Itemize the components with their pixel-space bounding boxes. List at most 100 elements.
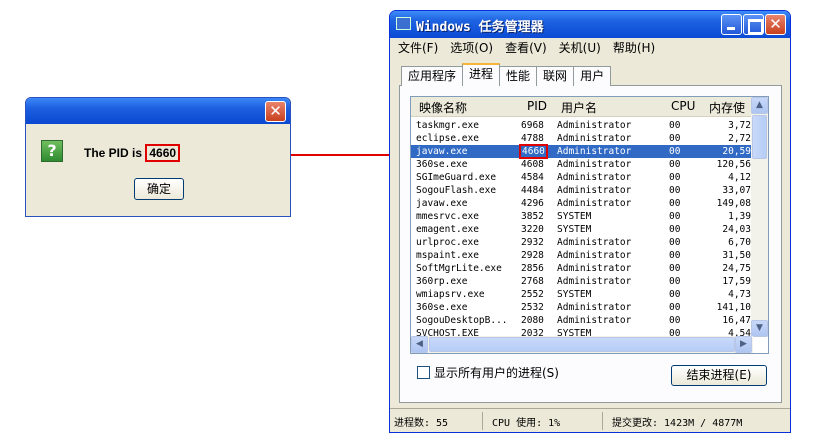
window-title: Windows 任务管理器 bbox=[416, 20, 544, 35]
status-divider bbox=[482, 412, 483, 430]
process-name: emagent.exe bbox=[416, 224, 479, 235]
process-user: Administrator bbox=[557, 159, 632, 170]
process-pid: 4484 bbox=[521, 185, 544, 196]
tab-performance[interactable]: 性能 bbox=[499, 66, 538, 86]
process-user: Administrator bbox=[557, 237, 632, 248]
process-name: mmesrvc.exe bbox=[416, 211, 479, 222]
monitor-icon bbox=[396, 17, 411, 30]
process-row[interactable]: 360rp.exe 2768 Administrator 00 17,59 bbox=[411, 275, 751, 288]
scroll-down-arrow[interactable]: ▼ bbox=[751, 320, 768, 337]
process-cpu: 00 bbox=[669, 224, 681, 235]
tab-networking[interactable]: 联网 bbox=[536, 66, 575, 86]
vertical-scrollbar[interactable]: ▲ ▼ bbox=[751, 97, 768, 337]
minimize-button[interactable] bbox=[721, 14, 742, 35]
process-row[interactable]: 360se.exe 2532 Administrator 00 141,10 bbox=[411, 301, 751, 314]
dialog-title-bar: ✕ bbox=[26, 98, 290, 124]
task-manager-window: Windows 任务管理器 ✕ 文件(F) 选项(O) 查看(V) 关机(U) … bbox=[389, 10, 791, 433]
process-name: javaw.exe bbox=[416, 146, 468, 157]
column-memory[interactable]: 内存使 bbox=[709, 99, 745, 116]
menu-shutdown[interactable]: 关机(U) bbox=[559, 38, 601, 58]
process-cpu: 00 bbox=[669, 289, 681, 300]
process-row[interactable]: SoftMgrLite.exe 2856 Administrator 00 24,75 bbox=[411, 262, 751, 275]
process-name: 360rp.exe bbox=[416, 276, 468, 287]
status-commit-charge: 提交更改: 1423M / 4877M bbox=[612, 418, 743, 429]
horizontal-scrollbar[interactable]: ◀ ▶ bbox=[411, 336, 753, 353]
process-name: urlproc.exe bbox=[416, 237, 479, 248]
process-memory: 33,07 bbox=[722, 185, 751, 196]
process-cpu: 00 bbox=[669, 185, 681, 196]
tab-users[interactable]: 用户 bbox=[573, 66, 612, 86]
show-all-users-label[interactable]: 显示所有用户的进程(S) bbox=[434, 364, 559, 381]
horizontal-scroll-thumb[interactable] bbox=[429, 337, 735, 352]
vertical-scroll-thumb[interactable] bbox=[752, 115, 767, 159]
menu-view[interactable]: 查看(V) bbox=[505, 38, 547, 58]
process-pid: 2856 bbox=[521, 263, 544, 274]
close-button[interactable]: ✕ bbox=[765, 14, 786, 35]
process-cpu: 00 bbox=[669, 133, 681, 144]
process-memory: 120,56 bbox=[716, 159, 751, 170]
process-user: Administrator bbox=[557, 133, 632, 144]
process-name: 360se.exe bbox=[416, 159, 468, 170]
pid-highlight-box: 4660 bbox=[519, 144, 548, 159]
process-list-header: 映像名称 PID 用户名 CPU 内存使 bbox=[411, 97, 751, 117]
menu-file[interactable]: 文件(F) bbox=[398, 38, 438, 58]
process-memory: 1,39 bbox=[728, 211, 751, 222]
process-row[interactable]: eclipse.exe 4788 Administrator 00 2,72 bbox=[411, 132, 751, 145]
menu-help[interactable]: 帮助(H) bbox=[613, 38, 655, 58]
pid-value-highlight: 4660 bbox=[145, 144, 181, 162]
scroll-left-arrow[interactable]: ◀ bbox=[411, 336, 428, 353]
process-cpu: 00 bbox=[669, 172, 681, 183]
process-row[interactable]: mspaint.exe 2928 Administrator 00 31,50 bbox=[411, 249, 751, 262]
process-pid: 2768 bbox=[521, 276, 544, 287]
scroll-up-arrow[interactable]: ▲ bbox=[751, 97, 768, 114]
process-cpu: 00 bbox=[669, 211, 681, 222]
process-pid: 2928 bbox=[521, 250, 544, 261]
process-cpu: 00 bbox=[669, 263, 681, 274]
column-user-name[interactable]: 用户名 bbox=[561, 99, 597, 116]
process-row[interactable]: urlproc.exe 2932 Administrator 00 6,70 bbox=[411, 236, 751, 249]
process-memory: 4,73 bbox=[728, 289, 751, 300]
maximize-button[interactable] bbox=[743, 14, 764, 35]
status-divider bbox=[602, 412, 603, 430]
process-pid: 4660 bbox=[519, 144, 548, 159]
process-memory: 17,59 bbox=[722, 276, 751, 287]
process-user: SYSTEM bbox=[557, 224, 592, 235]
process-row-selected[interactable]: javaw.exe 4660 Administrator 00 20,59 bbox=[411, 144, 751, 159]
tab-processes[interactable]: 进程 bbox=[462, 63, 501, 86]
end-process-button[interactable]: 结束进程(E) bbox=[671, 365, 767, 386]
process-cpu: 00 bbox=[669, 315, 681, 326]
show-all-users-checkbox[interactable] bbox=[417, 366, 430, 379]
process-pid: 2532 bbox=[521, 302, 544, 313]
process-row[interactable]: wmiapsrv.exe 2552 SYSTEM 00 4,73 bbox=[411, 288, 751, 301]
process-user: Administrator bbox=[557, 198, 632, 209]
question-icon: ? bbox=[41, 140, 63, 162]
close-icon: ✕ bbox=[269, 102, 282, 120]
process-list[interactable]: 映像名称 PID 用户名 CPU 内存使 taskmgr.exe 6968 Admi… bbox=[410, 96, 769, 354]
process-user: SYSTEM bbox=[557, 289, 592, 300]
process-row[interactable]: SGImeGuard.exe 4584 Administrator 00 4,12 bbox=[411, 171, 751, 184]
status-process-count: 进程数: 55 bbox=[394, 418, 449, 429]
process-cpu: 00 bbox=[669, 276, 681, 287]
ok-button[interactable]: 确定 bbox=[134, 178, 184, 200]
column-cpu[interactable]: CPU bbox=[671, 99, 695, 113]
tab-applications[interactable]: 应用程序 bbox=[401, 66, 464, 86]
process-row[interactable]: 360se.exe 4608 Administrator 00 120,56 bbox=[411, 158, 751, 171]
process-row[interactable]: emagent.exe 3220 SYSTEM 00 24,03 bbox=[411, 223, 751, 236]
process-row[interactable]: SogouDesktopB... 2080 Administrator 00 16,47 bbox=[411, 314, 751, 327]
process-row[interactable]: taskmgr.exe 6968 Administrator 00 3,72 bbox=[411, 119, 751, 132]
column-image-name[interactable]: 映像名称 bbox=[419, 99, 467, 116]
process-cpu: 00 bbox=[669, 146, 681, 157]
process-row[interactable]: javaw.exe 4296 Administrator 00 149,08 bbox=[411, 197, 751, 210]
process-pid: 4584 bbox=[521, 172, 544, 183]
process-pid: 4296 bbox=[521, 198, 544, 209]
process-cpu: 00 bbox=[669, 237, 681, 248]
process-row[interactable]: mmesrvc.exe 3852 SYSTEM 00 1,39 bbox=[411, 210, 751, 223]
process-row[interactable]: SogouFlash.exe 4484 Administrator 00 33,07 bbox=[411, 184, 751, 197]
scroll-right-arrow[interactable]: ▶ bbox=[735, 336, 752, 353]
process-cpu: 00 bbox=[669, 159, 681, 170]
process-user: Administrator bbox=[557, 146, 632, 157]
column-pid[interactable]: PID bbox=[527, 99, 547, 113]
menu-options[interactable]: 选项(O) bbox=[450, 38, 493, 58]
dialog-close-button[interactable]: ✕ bbox=[265, 101, 286, 122]
process-memory: 4,12 bbox=[728, 172, 751, 183]
